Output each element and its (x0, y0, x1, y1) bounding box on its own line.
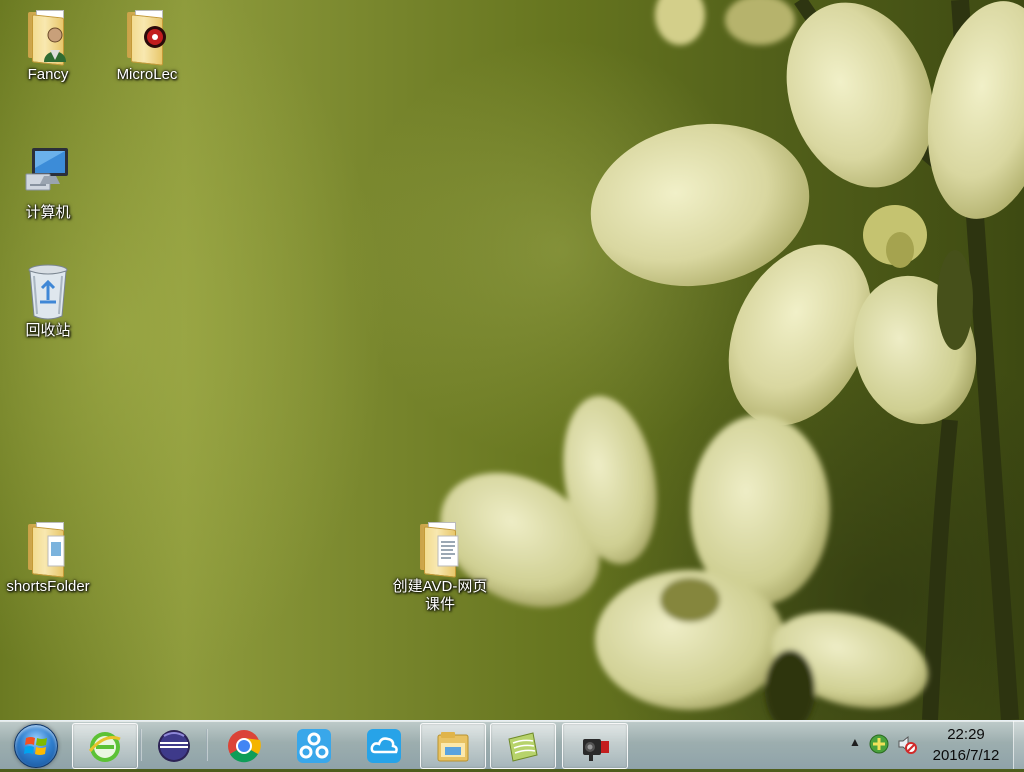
system-tray: ▲ 22:29 2016/7/12 (824, 721, 1024, 769)
desktop-icon-label: 回收站 (25, 322, 71, 339)
cloud-icon (367, 729, 401, 763)
desktop-icon-label: Fancy (27, 66, 69, 83)
desktop-icon-label: shortsFolder (6, 578, 90, 595)
folder-icon (22, 518, 74, 578)
taskbar-button-ie[interactable] (72, 723, 138, 769)
explorer-folder-icon (437, 732, 469, 762)
ie-icon (88, 732, 121, 762)
desktop-icon-label: 计算机 (25, 204, 71, 221)
desktop-icon-microlec[interactable]: MicroLec (99, 6, 195, 84)
chrome-icon (228, 730, 261, 763)
user-folder-icon (22, 6, 74, 66)
document-app-icon (508, 732, 538, 762)
show-hidden-icons-chevron-icon[interactable]: ▲ (848, 735, 862, 749)
desktop-icon-avd-courseware[interactable]: 创建AVD-网页课件 (392, 518, 488, 614)
desktop-icon-computer[interactable]: 计算机 (0, 144, 96, 222)
show-desktop-button[interactable] (1013, 721, 1024, 769)
taskbar-button-explorer[interactable] (420, 723, 486, 769)
document-folder-icon (414, 518, 466, 578)
desktop-icon-label: MicroLec (116, 66, 178, 83)
taskbar-button-cloud-drive[interactable] (352, 723, 416, 767)
network-plus-icon[interactable] (868, 733, 890, 755)
desktop-icon-fancy[interactable]: Fancy (0, 6, 96, 84)
recycle-bin-icon (22, 262, 74, 320)
taskbar-button-video-recorder[interactable] (562, 723, 628, 769)
volume-muted-icon[interactable] (896, 733, 918, 755)
desktop-icon-recycle-bin[interactable]: 回收站 (0, 262, 96, 340)
desktop-icon-shortsfolder[interactable]: shortsFolder (0, 518, 96, 596)
eclipse-icon (158, 730, 190, 762)
media-folder-icon (121, 6, 173, 66)
desktop-icon-label: 创建AVD-网页课件 (392, 578, 488, 613)
orchid-wallpaper-art (440, 0, 1024, 720)
baidu-cloud-icon (297, 729, 331, 763)
clock[interactable]: 22:29 2016/7/12 (920, 724, 1012, 766)
clock-time: 22:29 (947, 726, 985, 743)
taskbar-button-chrome[interactable] (212, 723, 276, 767)
computer-icon (22, 144, 74, 202)
taskbar-button-baidu-cloud[interactable] (282, 723, 346, 767)
video-recorder-icon (583, 739, 609, 761)
clock-date: 2016/7/12 (932, 747, 1000, 764)
start-button[interactable] (6, 722, 64, 768)
windows-start-orb-icon (14, 724, 58, 768)
taskbar-separator (206, 729, 208, 761)
taskbar-button-document-app[interactable] (490, 723, 556, 769)
taskbar-button-eclipse[interactable] (142, 723, 206, 767)
desktop-wallpaper (0, 0, 1024, 720)
taskbar: ▲ 22:29 2016/7/12 (0, 720, 1024, 769)
